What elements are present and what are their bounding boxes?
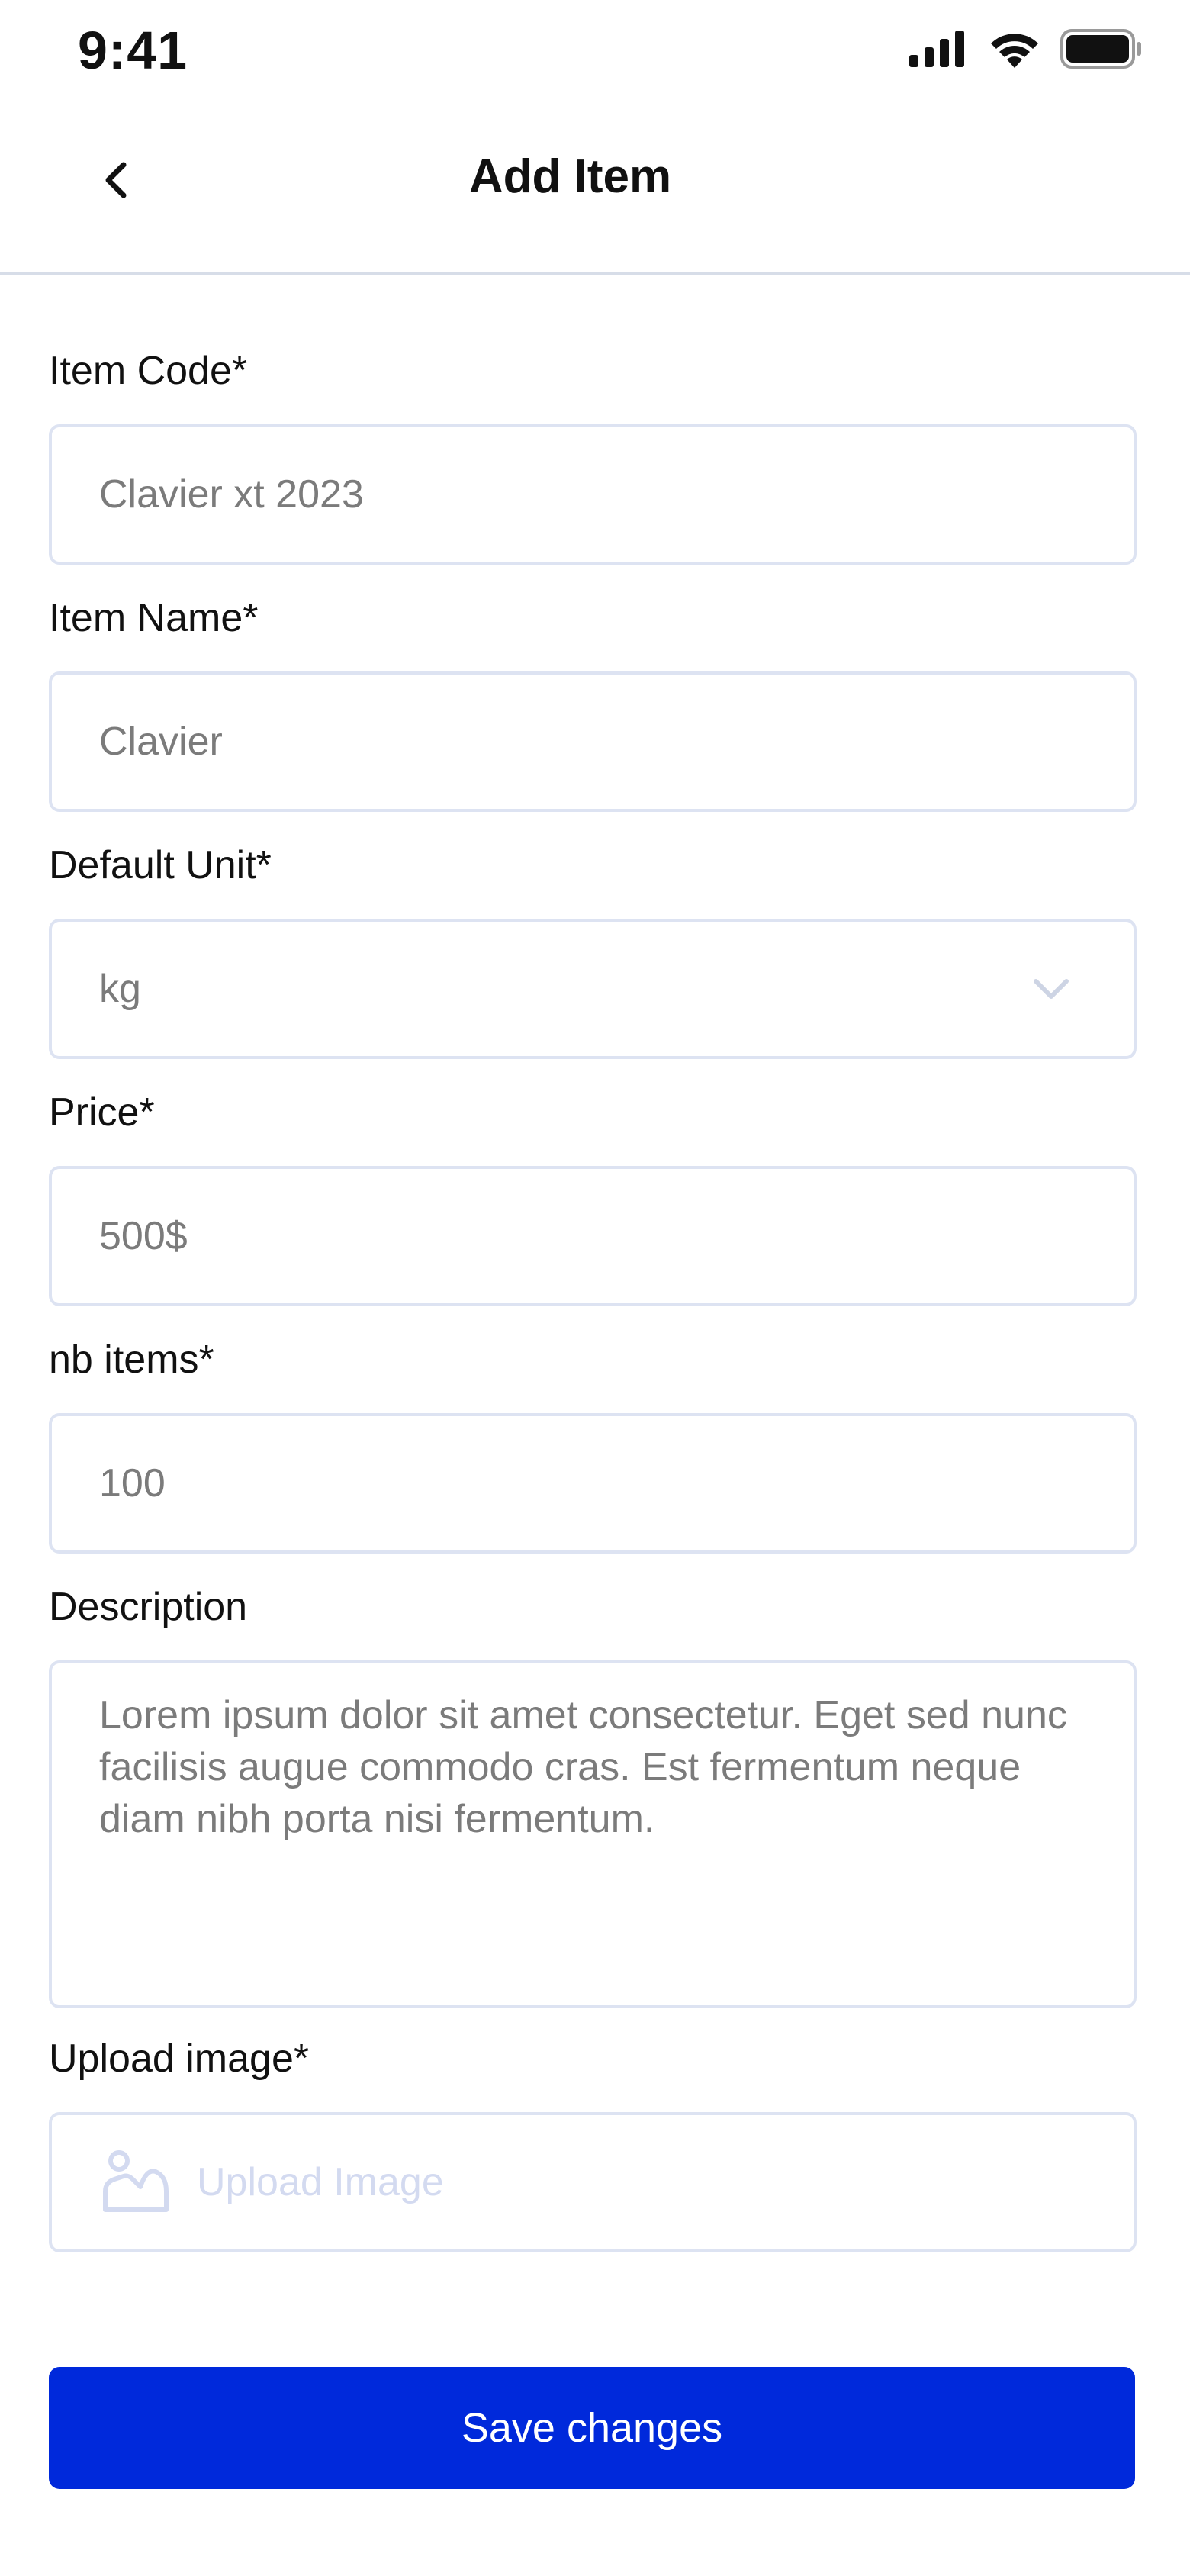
nb-items-value: 100: [99, 1461, 166, 1505]
save-changes-button[interactable]: Save changes: [49, 2367, 1135, 2489]
default-unit-value: kg: [99, 967, 141, 1011]
upload-image-label: Upload image*: [49, 2037, 310, 2081]
upload-image-placeholder: Upload Image: [197, 2160, 444, 2204]
page-title: Add Item: [468, 150, 672, 203]
item-name-field[interactable]: Clavier: [49, 671, 1137, 812]
description-value: Lorem ipsum dolor sit amet consectetur. …: [99, 1693, 1067, 1841]
wifi-icon: [991, 34, 1038, 68]
signal-icon: [909, 31, 964, 67]
default-unit-label: Default Unit*: [49, 843, 272, 887]
price-value: 500$: [99, 1214, 188, 1258]
upload-image-field[interactable]: Upload Image: [49, 2112, 1137, 2252]
image-icon: [103, 2150, 169, 2212]
header: Add Item: [0, 107, 1190, 275]
item-name-label: Item Name*: [49, 596, 259, 640]
battery-icon: [1060, 29, 1141, 69]
status-time: 9:41: [78, 21, 188, 80]
nb-items-label: nb items*: [49, 1338, 214, 1382]
status-bar: 9:41: [0, 0, 1190, 107]
default-unit-select[interactable]: kg: [49, 919, 1137, 1059]
chevron-down-icon: [1034, 979, 1069, 999]
nb-items-field[interactable]: 100: [49, 1413, 1137, 1554]
description-label: Description: [49, 1585, 248, 1629]
item-code-value: Clavier xt 2023: [99, 472, 364, 517]
item-name-value: Clavier: [99, 720, 223, 764]
item-code-label: Item Code*: [49, 349, 248, 393]
price-label: Price*: [49, 1090, 155, 1135]
status-icons: [909, 27, 1143, 70]
item-code-field[interactable]: Clavier xt 2023: [49, 424, 1137, 565]
price-field[interactable]: 500$: [49, 1166, 1137, 1306]
description-textarea[interactable]: Lorem ipsum dolor sit amet consectetur. …: [49, 1660, 1137, 2008]
